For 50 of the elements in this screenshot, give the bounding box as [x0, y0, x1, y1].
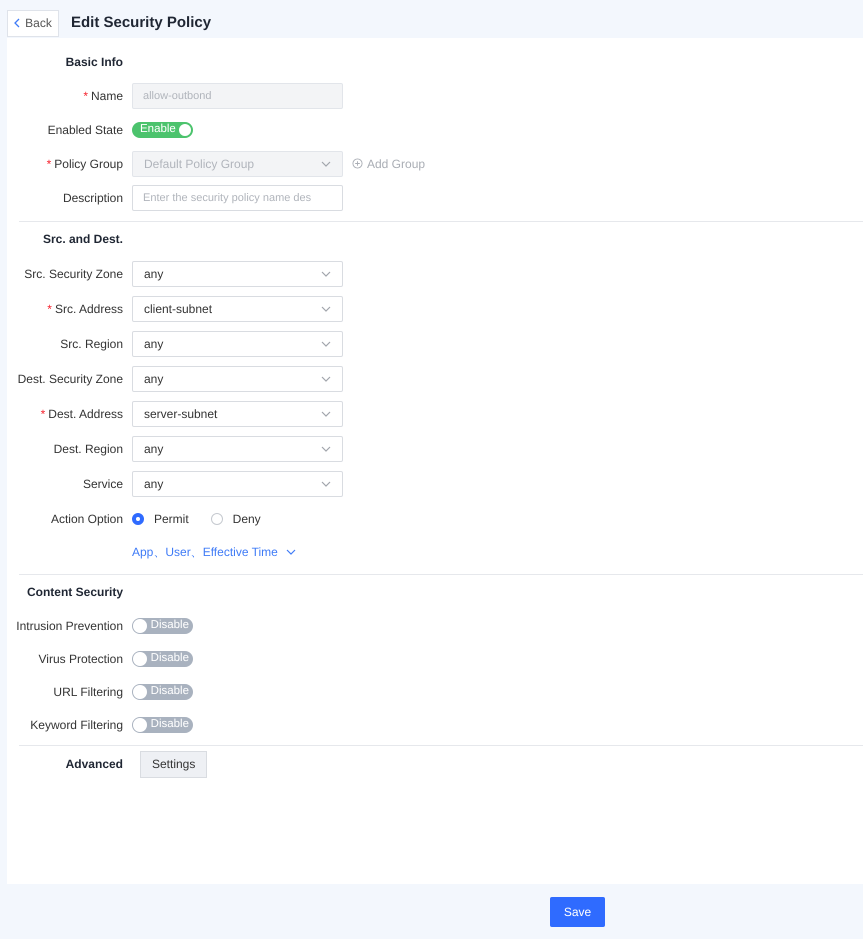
chevron-down-icon: [321, 306, 331, 312]
required-mark: *: [40, 406, 46, 422]
field-label: Enabled State: [48, 122, 123, 138]
field-label: Src. Security Zone: [24, 266, 123, 282]
text-field[interactable]: Enter the security policy name des: [132, 185, 343, 211]
save-button[interactable]: Save: [550, 896, 605, 926]
field-label: Service: [82, 476, 123, 492]
select-field[interactable]: server-subnet: [132, 400, 343, 426]
chevron-down-icon: [321, 480, 331, 486]
field-label: Action Option: [50, 510, 123, 528]
chevron-down-icon: [321, 376, 331, 382]
field-label: Name: [90, 88, 123, 105]
section-heading: Advanced: [66, 757, 123, 771]
select-field[interactable]: client-subnet: [132, 296, 343, 322]
chevron-left-icon: [14, 18, 20, 28]
field-label: Dest. Security Zone: [18, 370, 123, 388]
field-label: URL Filtering: [53, 684, 123, 700]
field-label: Keyword Filtering: [30, 716, 123, 734]
field-label: Virus Protection: [38, 650, 123, 668]
plus-circle-icon: [352, 158, 363, 169]
page-title: Edit Security Policy: [71, 12, 212, 33]
settings-button[interactable]: Settings: [140, 750, 208, 778]
radio-option[interactable]: Deny: [210, 510, 261, 528]
chevron-down-icon: [286, 549, 296, 555]
section-heading: Basic Info: [66, 55, 123, 69]
field-label: Src. Region: [60, 336, 123, 352]
back-button[interactable]: Back: [7, 10, 59, 36]
more-options-link[interactable]: App、User、Effective Time: [132, 543, 296, 561]
select-field[interactable]: any: [132, 366, 343, 392]
chevron-down-icon: [321, 270, 331, 276]
field-label: Description: [62, 190, 123, 207]
required-mark: *: [46, 156, 52, 172]
section-heading: Src. and Dest.: [42, 232, 123, 246]
radio-option[interactable]: Permit: [132, 510, 189, 528]
field-label: Dest. Address: [48, 406, 123, 422]
select-field[interactable]: any: [132, 436, 343, 462]
section-heading: Content Security: [26, 585, 123, 599]
chevron-down-icon: [321, 446, 331, 452]
field-label: Intrusion Prevention: [16, 618, 123, 634]
select-field[interactable]: any: [132, 260, 343, 286]
select-field[interactable]: any: [132, 330, 343, 356]
chevron-down-icon: [321, 340, 331, 346]
required-mark: *: [83, 88, 88, 105]
chevron-down-icon: [321, 160, 331, 166]
required-mark: *: [47, 300, 52, 318]
field-label: Dest. Region: [54, 440, 123, 458]
select-field[interactable]: any: [132, 470, 343, 496]
field-label: Src. Address: [54, 300, 123, 318]
chevron-down-icon: [321, 410, 331, 416]
field-label: Policy Group: [54, 156, 123, 172]
